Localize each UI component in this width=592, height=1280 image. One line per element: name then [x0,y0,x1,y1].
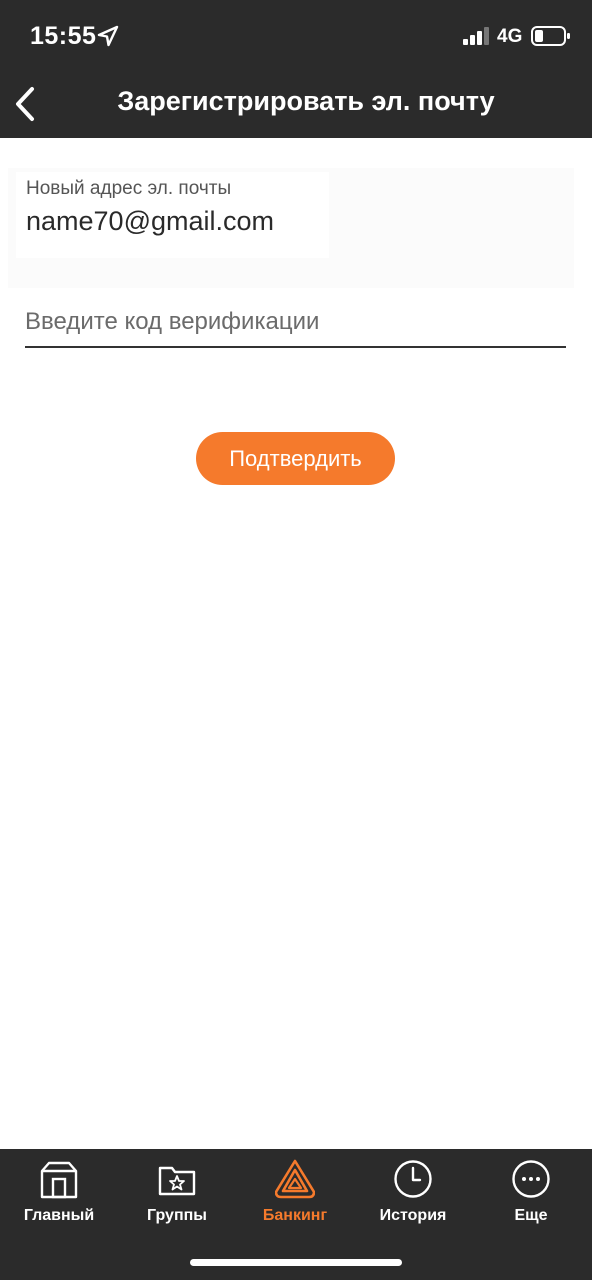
banking-icon [275,1159,315,1199]
page-title: Зарегистрировать эл. почту [117,86,495,116]
nav-bar: Зарегистрировать эл. почту [0,72,592,138]
tab-label: Еще [514,1207,548,1224]
location-arrow-icon [97,25,119,47]
verification-code-input[interactable] [25,298,566,348]
header: 15:55 4G Зарегистрировать эл. почту [0,0,592,138]
tab-more[interactable]: Еще [472,1149,590,1239]
home-icon [40,1161,78,1199]
tab-history[interactable]: История [354,1149,472,1239]
tab-label: Группы [147,1207,207,1224]
more-icon [512,1160,550,1198]
email-label: Новый адрес эл. почты [26,178,232,199]
network-label: 4G [497,26,523,47]
confirm-button[interactable]: Подтвердить [196,432,395,485]
tab-bar: Главный Группы Банкинг История Еще [0,1149,592,1280]
signal-icon [463,27,489,45]
back-chevron-icon[interactable] [10,84,44,124]
tab-home[interactable]: Главный [0,1149,118,1239]
clock-icon [394,1160,432,1198]
status-bar: 15:55 4G [0,0,592,72]
tab-label: Главный [23,1207,95,1224]
tab-label: История [379,1207,447,1224]
groups-folder-icon [158,1166,196,1196]
tab-label: Банкинг [262,1207,328,1224]
home-indicator [190,1259,402,1266]
tab-banking[interactable]: Банкинг [236,1149,354,1239]
battery-icon [531,26,570,46]
status-time: 15:55 [30,22,97,50]
tab-groups[interactable]: Группы [118,1149,236,1239]
email-value: name70@gmail.com [26,206,275,236]
